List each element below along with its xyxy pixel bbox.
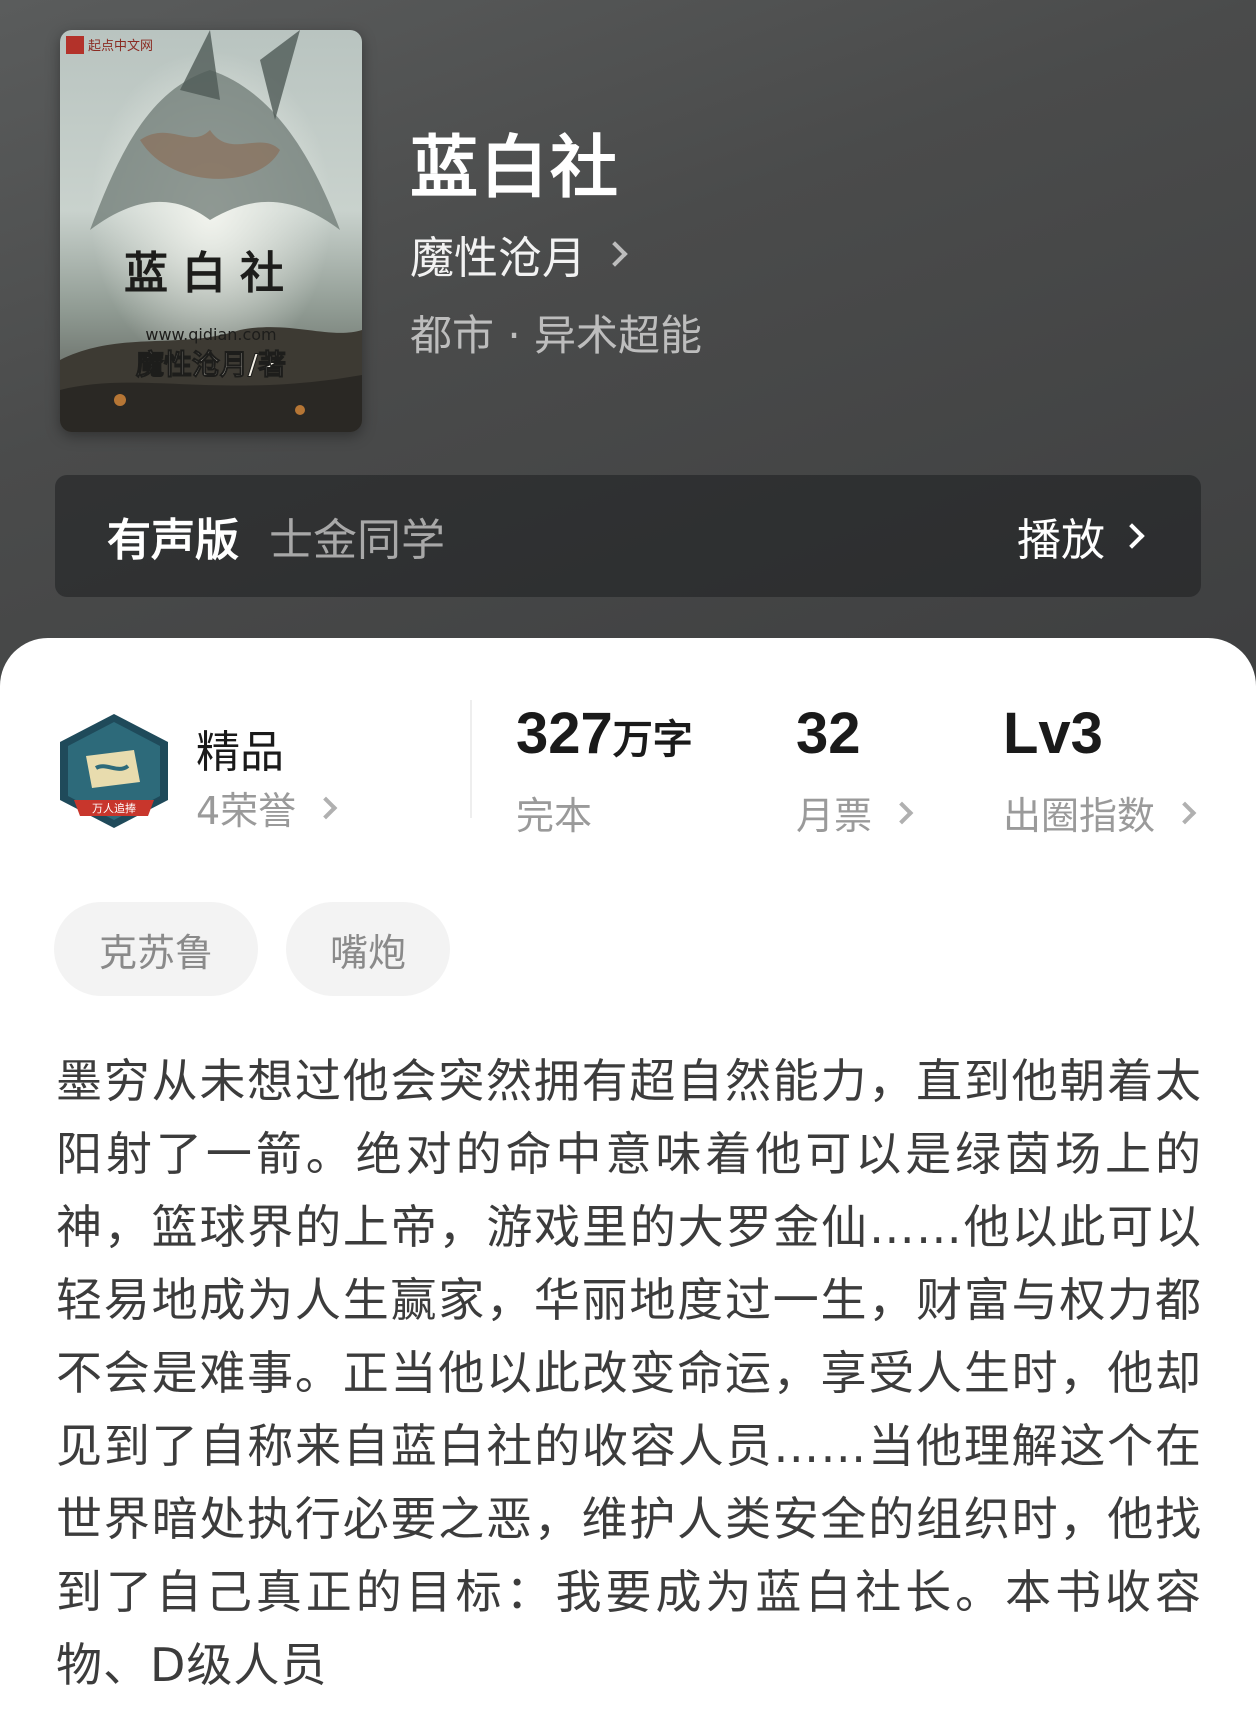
book-cover-image[interactable]: 起点中文网 蓝白社 www.qidian.com 魔性沧月/著: [60, 30, 362, 432]
stats-divider: [470, 700, 472, 818]
quality-title: 精品: [196, 727, 284, 778]
chevron-right-icon: [602, 241, 628, 267]
honors-link[interactable]: 4荣誉: [196, 780, 338, 835]
audio-version-label: 有声版: [107, 515, 239, 566]
chevron-right-icon: [1119, 523, 1145, 549]
completion-status: 完本: [516, 785, 592, 840]
book-synopsis: 墨穷从未想过他会突然拥有超自然能力，直到他朝着太阳射了一箭。绝对的命中意味着他可…: [56, 1054, 1202, 1692]
book-title: 蓝白社: [410, 128, 621, 208]
tag-chip[interactable]: 嘴炮: [286, 902, 450, 996]
word-count-value: 327: [516, 701, 613, 766]
qidian-logo-icon: [66, 36, 84, 54]
cover-publisher-mark: 起点中文网: [88, 39, 153, 54]
cover-artwork: 起点中文网 蓝白社 www.qidian.com 魔性沧月/著: [60, 30, 362, 432]
tag-chip[interactable]: 克苏鲁: [54, 902, 258, 996]
completion-status-label: 完本: [516, 794, 593, 838]
honors-count: 4荣誉: [196, 789, 297, 833]
chevron-right-icon: [314, 796, 338, 819]
chevron-right-icon: [1173, 801, 1197, 824]
cover-site-text: www.qidian.com: [145, 325, 276, 344]
chevron-right-icon: [890, 801, 914, 824]
badge-text: 万人追捧: [92, 801, 136, 815]
book-genre: 都市 · 异术超能: [410, 311, 703, 360]
breakout-index-label: 出圈指数: [1003, 794, 1156, 838]
cover-author-text: 魔性沧月/著: [136, 348, 286, 381]
word-count-unit: 万字: [612, 717, 693, 763]
cover-title-text: 蓝白社: [124, 248, 298, 299]
monthly-votes-value: 32: [796, 701, 861, 766]
word-count-stat: 327万字: [516, 700, 693, 767]
quality-badge-icon[interactable]: 万人追捧: [56, 712, 172, 830]
breakout-index-value: Lv3: [1003, 701, 1103, 766]
monthly-votes-link[interactable]: 月票: [796, 785, 914, 840]
monthly-votes-label: 月票: [796, 794, 873, 838]
breakout-index-link[interactable]: 出圈指数: [1003, 785, 1197, 840]
audio-version-bar[interactable]: 有声版 士金同学 播放: [55, 475, 1201, 597]
book-header: 起点中文网 蓝白社 www.qidian.com 魔性沧月/著 蓝白社 魔性沧月…: [0, 0, 1256, 700]
audio-play-button[interactable]: 播放: [1017, 475, 1145, 597]
audio-narrator: 士金同学: [269, 515, 445, 566]
audio-play-label: 播放: [1017, 515, 1105, 566]
author-name: 魔性沧月: [410, 233, 586, 284]
author-link[interactable]: 魔性沧月: [410, 222, 628, 286]
